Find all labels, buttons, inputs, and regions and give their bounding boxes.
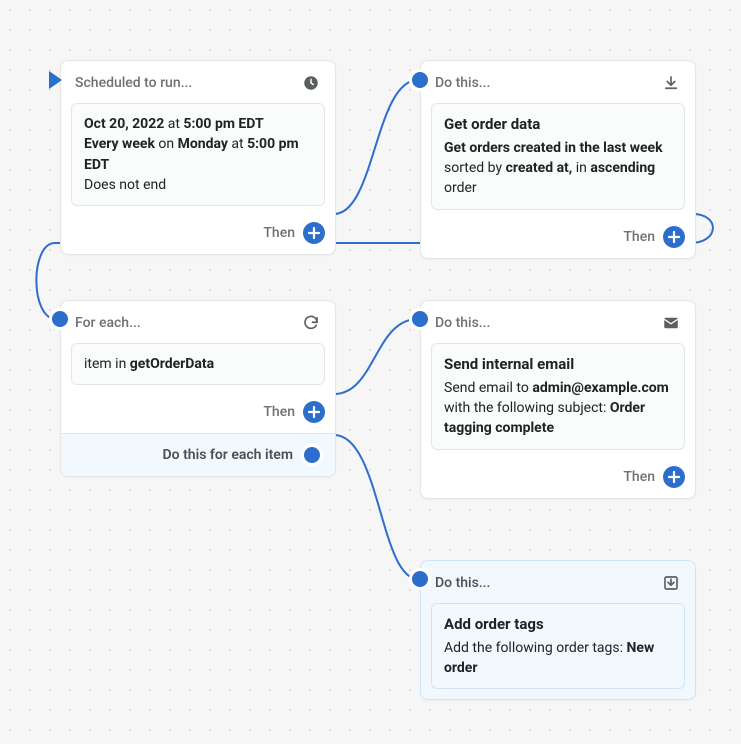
get-order-summary: Get order data Get orders created in the… [431,103,685,210]
get-order-card[interactable]: Do this... Get order data Get orders cre… [420,60,696,259]
start-icon [49,71,62,89]
add-step-button[interactable] [303,401,325,423]
email-summary: Send internal email Send email to admin@… [431,343,685,450]
add-tags-card[interactable]: Do this... Add order tags Add the follow… [420,560,696,700]
foreach-card[interactable]: For each... item in getOrderData Then Do… [60,300,336,477]
node-port[interactable] [409,568,431,590]
then-label: Then [623,229,655,245]
then-label: Then [623,469,655,485]
foreach-summary: item in getOrderData [71,343,325,385]
refresh-icon [301,313,321,333]
clock-icon [301,73,321,93]
foreach-item-port[interactable] [301,444,323,466]
card-header-label: For each... [75,315,141,331]
email-card[interactable]: Do this... Send internal email Send emai… [420,300,696,499]
node-port[interactable] [49,308,71,330]
node-port[interactable] [409,308,431,330]
email-icon [661,313,681,333]
download-icon [661,73,681,93]
card-header-label: Do this... [435,315,490,331]
card-header-label: Scheduled to run... [75,75,192,91]
foreach-item-label: Do this for each item [163,447,293,463]
card-header-label: Do this... [435,575,490,591]
node-port[interactable] [409,69,431,91]
trigger-summary: Oct 20, 2022 at 5:00 pm EDT Every week o… [71,103,325,206]
add-step-button[interactable] [303,222,325,244]
trigger-card[interactable]: Scheduled to run... Oct 20, 2022 at 5:00… [60,60,336,255]
import-icon [661,573,681,593]
add-tags-summary: Add order tags Add the following order t… [431,603,685,689]
card-header-label: Do this... [435,75,490,91]
add-step-button[interactable] [663,466,685,488]
then-label: Then [263,225,295,241]
then-label: Then [263,404,295,420]
add-step-button[interactable] [663,226,685,248]
